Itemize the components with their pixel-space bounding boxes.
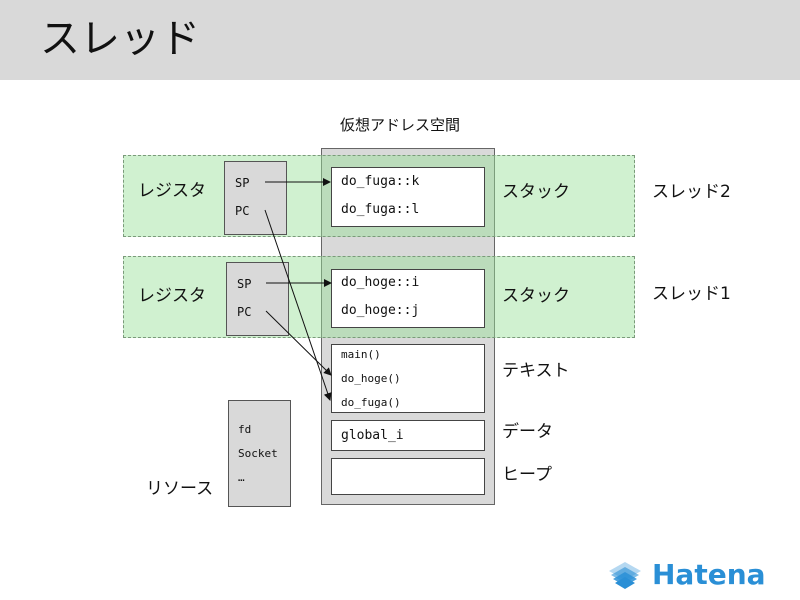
hatena-logo: Hatena xyxy=(604,558,784,592)
thread2-pc-arrow xyxy=(264,209,332,401)
logo-text: Hatena xyxy=(652,558,766,591)
hatena-diamond-icon xyxy=(609,562,641,589)
thread1-pc-arrow xyxy=(265,310,332,376)
pointer-arrows xyxy=(264,178,332,401)
